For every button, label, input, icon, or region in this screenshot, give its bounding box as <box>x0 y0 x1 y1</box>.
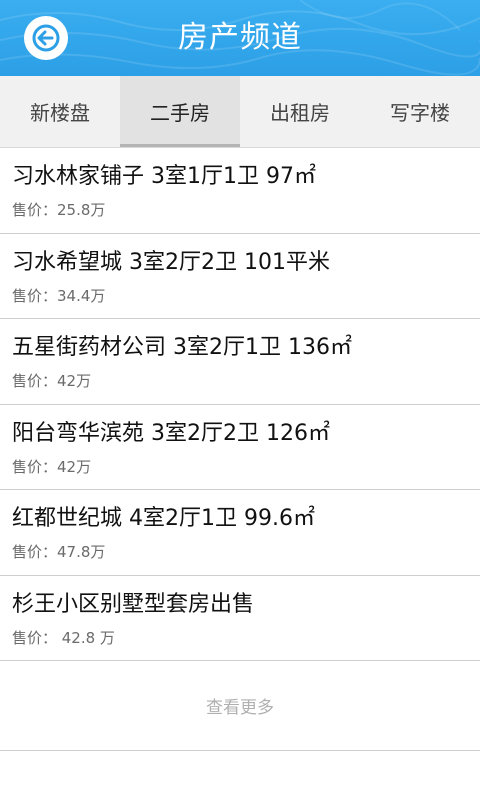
list-item[interactable]: 习水林家铺子 3室1厅1卫 97㎡ 售价：25.8万 <box>0 148 480 234</box>
tab-new-homes[interactable]: 新楼盘 <box>0 76 120 147</box>
tab-office[interactable]: 写字楼 <box>360 76 480 147</box>
listing-price: 售价：25.8万 <box>12 201 106 219</box>
listing-price: 售价：42万 <box>12 457 92 476</box>
listing-price: 售价：34.4万 <box>12 286 106 305</box>
app-header: 房产频道 <box>0 0 480 76</box>
page-title: 房产频道 <box>178 20 302 55</box>
load-more-button[interactable]: 查看更多 <box>0 661 480 751</box>
listing-title: 杉王小区别墅型套房出售 <box>12 591 255 617</box>
list-item[interactable]: 红都世纪城 4室2厅1卫 99.6㎡ 售价：47.8万 <box>0 490 480 576</box>
listing-price: 售价： 42.8 万 <box>12 628 115 647</box>
tab-second-hand[interactable]: 二手房 <box>120 76 240 147</box>
listing-price: 售价：47.8万 <box>12 543 106 561</box>
listing-title: 习水希望城 3室2厅2卫 101平米 <box>12 249 330 275</box>
listing-list: 习水林家铺子 3室1厅1卫 97㎡ 售价：25.8万 习水希望城 3室2厅2卫 … <box>0 148 480 751</box>
listing-price: 售价：42万 <box>12 372 92 390</box>
list-item[interactable]: 五星街药材公司 3室2厅1卫 136㎡ 售价：42万 <box>0 319 480 405</box>
listing-title: 阳台弯华滨苑 3室2厅2卫 126㎡ <box>12 420 330 446</box>
list-item[interactable]: 杉王小区别墅型套房出售 售价： 42.8 万 <box>0 576 480 661</box>
listing-title: 五星街药材公司 3室2厅1卫 136㎡ <box>12 335 352 360</box>
list-item[interactable]: 阳台弯华滨苑 3室2厅2卫 126㎡ 售价：42万 <box>0 405 480 490</box>
listing-title: 红都世纪城 4室2厅1卫 99.6㎡ <box>12 506 315 531</box>
list-item[interactable]: 习水希望城 3室2厅2卫 101平米 售价：34.4万 <box>0 234 480 319</box>
category-tabs: 新楼盘 二手房 出租房 写字楼 <box>0 76 480 148</box>
listing-title: 习水林家铺子 3室1厅1卫 97㎡ <box>12 164 316 189</box>
tab-rental[interactable]: 出租房 <box>240 76 360 147</box>
